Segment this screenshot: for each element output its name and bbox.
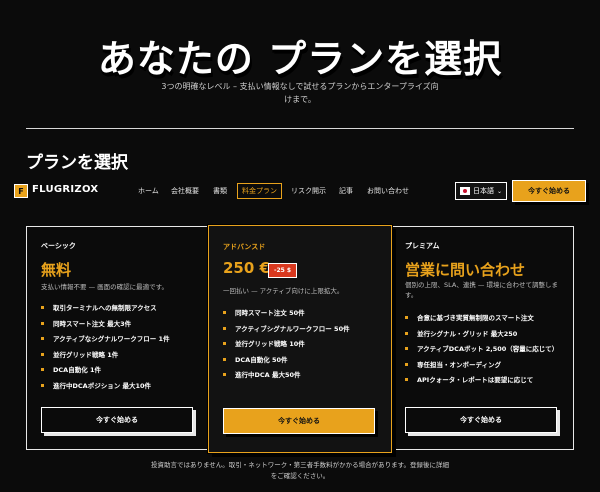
- feature-list: 取引ターミナルへの無制限アクセス 同時スマート注文 最大3件 アクティブなシグナ…: [41, 303, 203, 397]
- nav-item-home[interactable]: ホーム: [134, 183, 163, 199]
- nav-item-contact[interactable]: お問い合わせ: [363, 183, 413, 199]
- feature-item: 専任担当・オンボーディング: [405, 360, 571, 376]
- logo-icon[interactable]: F: [14, 184, 28, 198]
- plan-tier: ベーシック: [41, 242, 76, 250]
- plan-price: 営業に問い合わせ: [405, 261, 526, 279]
- feature-item: アクティブシグナルワークフロー 50件: [223, 324, 385, 340]
- nav-item-documents[interactable]: 書類: [209, 183, 231, 199]
- pricing-grid: ベーシック 無料 支払い情報不要 — 画面の確認に最適です。 取引ターミナルへの…: [26, 225, 574, 453]
- feature-item: DCA自動化 1件: [41, 365, 203, 381]
- feature-item: 並行シグナル・グリッド 最大250: [405, 329, 571, 345]
- feature-list: 同時スマート注文 50件 アクティブシグナルワークフロー 50件 並行グリッド戦…: [223, 308, 385, 386]
- nav-start-button[interactable]: 今すぐ始める: [512, 180, 586, 202]
- feature-item: 進行中DCA 最大50件: [223, 370, 385, 386]
- language-selector[interactable]: 日本語 ⌄: [455, 182, 507, 200]
- feature-item: 並行グリッド戦略 1件: [41, 350, 203, 366]
- divider: [26, 128, 574, 129]
- nav-item-articles[interactable]: 記事: [335, 183, 357, 199]
- plan-card-advanced: アドバンスド 250 € -25 $ 一回払い — アクティブ向けに上限拡大。 …: [208, 225, 392, 453]
- plan-description: 個別の上限、SLA、連携 — 環境に合わせて調整します。: [405, 281, 558, 299]
- plan-description: 支払い情報不要 — 画面の確認に最適です。: [41, 283, 168, 291]
- feature-item: 合意に基づき実質無制限のスマート注文: [405, 313, 571, 329]
- feature-item: 同時スマート注文 最大3件: [41, 319, 203, 335]
- disclaimer-note: 投資助言ではありません。取引・ネットワーク・第三者手数料がかかる場合があります。…: [150, 461, 450, 480]
- feature-item: DCA自動化 50件: [223, 355, 385, 371]
- plan-description: 一回払い — アクティブ向けに上限拡大。: [223, 287, 344, 295]
- nav-item-about[interactable]: 会社概要: [167, 183, 203, 199]
- start-button-basic[interactable]: 今すぐ始める: [41, 407, 193, 433]
- plan-price: 250 €: [223, 259, 270, 277]
- feature-item: 並行グリッド戦略 10件: [223, 339, 385, 355]
- nav-item-pricing[interactable]: 料金プラン: [237, 183, 282, 199]
- discount-badge: -25 $: [268, 263, 298, 278]
- brand-name[interactable]: FLUGRIZOX: [32, 184, 98, 195]
- feature-item: 進行中DCAポジション 最大10件: [41, 381, 203, 397]
- plan-card-premium: プレミアム 営業に問い合わせ 個別の上限、SLA、連携 — 環境に合わせて調整し…: [393, 227, 573, 451]
- feature-item: 取引ターミナルへの無制限アクセス: [41, 303, 203, 319]
- plan-card-basic: ベーシック 無料 支払い情報不要 — 画面の確認に最適です。 取引ターミナルへの…: [27, 227, 207, 451]
- japan-flag-icon: [460, 187, 470, 195]
- section-title: プランを選択: [26, 153, 128, 173]
- plan-price: 無料: [41, 261, 72, 279]
- plan-tier: アドバンスド: [223, 243, 266, 251]
- chevron-down-icon: ⌄: [497, 187, 503, 195]
- nav-item-risk[interactable]: リスク開示: [287, 183, 330, 199]
- feature-item: アクティブなシグナルワークフロー 1件: [41, 334, 203, 350]
- navbar: F FLUGRIZOX ホーム 会社概要 書類 料金プラン リスク開示 記事 お…: [0, 176, 600, 206]
- start-button-advanced[interactable]: 今すぐ始める: [223, 408, 375, 434]
- language-label: 日本語: [473, 187, 494, 195]
- feature-item: APIクォータ・レポートは要望に応じて: [405, 375, 571, 391]
- feature-item: 同時スマート注文 50件: [223, 308, 385, 324]
- feature-list: 合意に基づき実質無制限のスマート注文 並行シグナル・グリッド 最大250 アクテ…: [405, 313, 571, 391]
- plan-tier: プレミアム: [405, 242, 440, 250]
- hero-subtitle: 3つの明確なレベル – 支払い情報なしで試せるプランからエンタープライズ向けまで…: [161, 82, 439, 104]
- feature-item: アクティブDCAボット 2,500（容量に応じて）: [405, 344, 571, 360]
- start-button-premium[interactable]: 今すぐ始める: [405, 407, 557, 433]
- hero-title: あなたの プランを選択: [97, 37, 503, 81]
